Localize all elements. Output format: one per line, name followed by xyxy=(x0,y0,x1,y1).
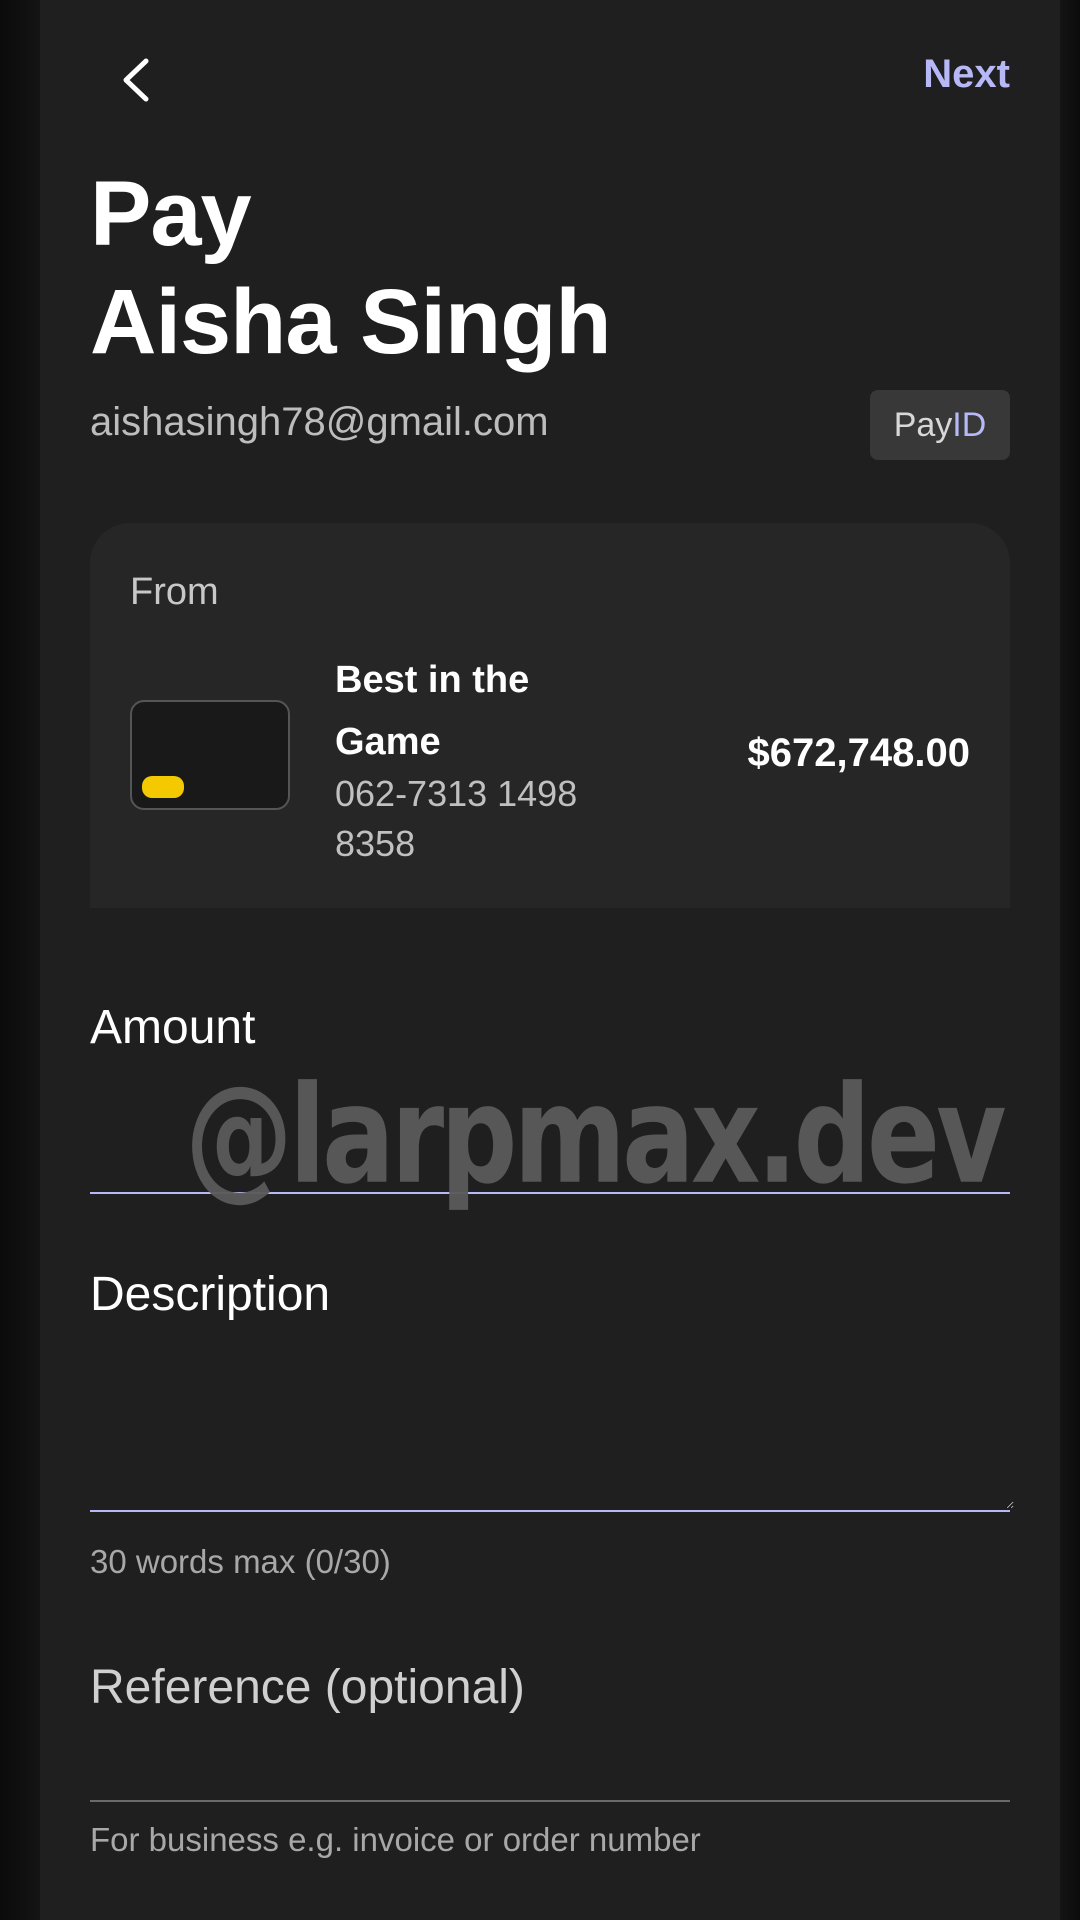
card-chip xyxy=(142,776,184,798)
payid-badge-pay: Pay xyxy=(893,405,953,444)
description-underline xyxy=(90,1510,1010,1512)
amount-input[interactable] xyxy=(90,1090,1014,1192)
reference-input[interactable] xyxy=(90,1730,1014,1800)
reference-underline xyxy=(90,1800,1010,1802)
account-balance: $672,748.00 xyxy=(747,731,970,775)
amount-underline xyxy=(90,1192,1010,1194)
chevron-left-icon xyxy=(123,58,149,102)
from-account-card[interactable]: From Best in the Game 062-7313 1498 8358… xyxy=(90,523,1010,908)
description-label: Description xyxy=(90,1268,331,1321)
pay-screen: Next Pay Aisha Singh aishasingh78@gmail.… xyxy=(40,0,1060,1920)
account-number: 062-7313 1498 8358 xyxy=(335,773,578,864)
page-title: Pay Aisha Singh xyxy=(90,160,612,376)
payid-badge: Pay ID xyxy=(870,390,1010,460)
back-button[interactable] xyxy=(105,45,165,115)
description-input[interactable] xyxy=(90,1340,1014,1509)
payid-badge-id: ID xyxy=(952,405,987,444)
account-name: Best in the Game xyxy=(335,659,530,763)
amount-label: Amount xyxy=(90,1001,256,1054)
title-line-payee-name: Aisha Singh xyxy=(90,271,612,373)
from-label: From xyxy=(130,571,219,613)
payee-email: aishasingh78@gmail.com xyxy=(90,400,549,444)
title-line-pay: Pay xyxy=(90,163,252,265)
card-icon xyxy=(130,700,290,810)
description-word-count: 30 words max (0/30) xyxy=(90,1543,391,1580)
reference-hint: For business e.g. invoice or order numbe… xyxy=(90,1821,701,1858)
app-frame: Next Pay Aisha Singh aishasingh78@gmail.… xyxy=(0,0,1080,1920)
reference-label: Reference (optional) xyxy=(90,1661,525,1714)
next-button[interactable]: Next xyxy=(923,52,1010,97)
